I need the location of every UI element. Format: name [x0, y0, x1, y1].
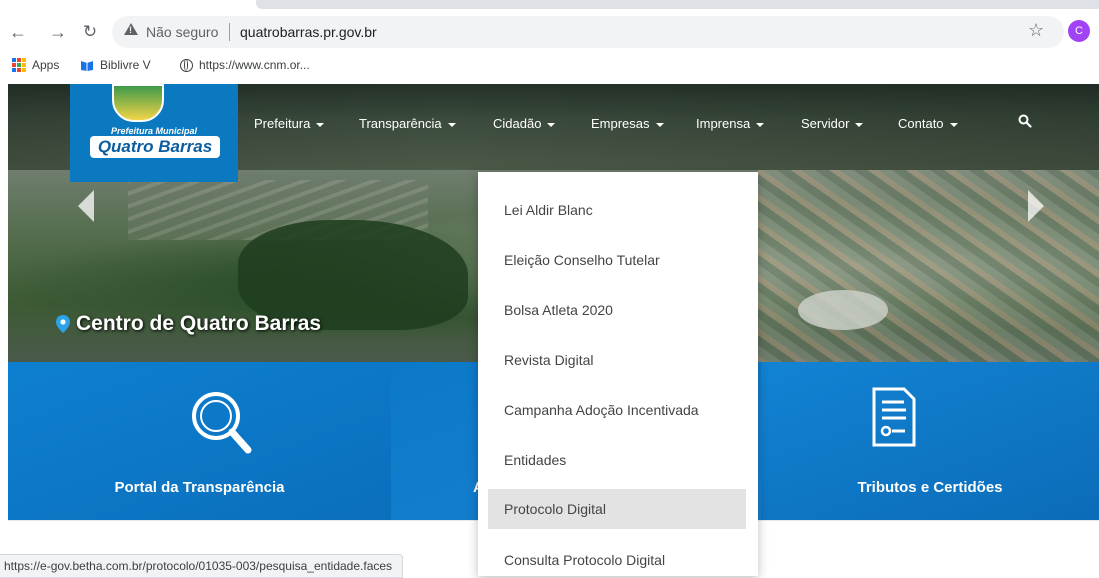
- address-separator: [229, 23, 230, 41]
- back-arrow-icon[interactable]: ←: [8, 12, 28, 52]
- address-bar[interactable]: Não seguro quatrobarras.pr.gov.br: [112, 16, 1064, 48]
- menu-item-protocolo-digital[interactable]: Protocolo Digital: [488, 489, 746, 529]
- tile-label: Tributos e Certidões: [857, 479, 1003, 496]
- menu-item-lei-aldir-blanc[interactable]: Lei Aldir Blanc: [488, 190, 746, 230]
- menu-item-bolsa-atleta[interactable]: Bolsa Atleta 2020: [488, 290, 746, 330]
- nav-imprensa[interactable]: Imprensa: [696, 116, 765, 131]
- bookmark-cnm[interactable]: https://www.cnm.or...: [180, 58, 310, 72]
- coat-of-arms-icon: [112, 84, 164, 122]
- bookmark-apps[interactable]: Apps: [12, 58, 59, 72]
- hero-caption: Centro de Quatro Barras: [56, 312, 321, 336]
- caret-down-icon: [756, 122, 765, 127]
- caret-down-icon: [855, 122, 864, 127]
- magnifier-icon: [192, 392, 252, 454]
- status-bar-url: https://e-gov.betha.com.br/protocolo/010…: [0, 554, 404, 578]
- url-text[interactable]: quatrobarras.pr.gov.br: [240, 24, 377, 40]
- caret-down-icon: [547, 122, 556, 127]
- bookmark-label: Biblivre V: [100, 58, 151, 72]
- menu-item-campanha-adocao[interactable]: Campanha Adoção Incentivada: [488, 390, 746, 430]
- hero-photo-detail: [798, 290, 888, 330]
- bookmark-label: https://www.cnm.or...: [199, 58, 310, 72]
- nav-transparencia[interactable]: Transparência: [359, 116, 456, 131]
- profile-avatar[interactable]: C: [1068, 20, 1090, 42]
- caret-down-icon: [949, 122, 958, 127]
- bookmarks-bar: Apps Biblivre V https://www.cnm.or...: [0, 52, 1099, 80]
- hero-photo-detail: [758, 170, 1099, 362]
- carousel-next-icon[interactable]: [1028, 190, 1044, 222]
- bookmark-label: Apps: [32, 58, 60, 72]
- tile-portal-transparencia[interactable]: Portal da Transparência: [8, 362, 391, 520]
- bookmark-biblivre[interactable]: Biblivre V: [80, 58, 151, 72]
- nav-cidadao[interactable]: Cidadão: [493, 116, 556, 131]
- tile-tributos-certidoes[interactable]: Tributos e Certidões: [761, 362, 1099, 520]
- hero-caption-text: Centro de Quatro Barras: [76, 312, 322, 335]
- apps-grid-icon: [12, 58, 26, 72]
- security-label[interactable]: Não seguro: [146, 24, 218, 40]
- logo-title: Quatro Barras: [90, 136, 220, 158]
- caret-down-icon: [655, 122, 664, 127]
- logo-subtitle: Prefeitura Municipal: [110, 126, 198, 136]
- globe-icon: [180, 58, 193, 72]
- caret-down-icon: [316, 122, 325, 127]
- carousel-prev-icon[interactable]: [78, 190, 94, 222]
- menu-item-entidades[interactable]: Entidades: [488, 440, 746, 480]
- browser-toolbar: ← → ↻ Não seguro quatrobarras.pr.gov.br …: [0, 12, 1099, 52]
- reload-icon[interactable]: ↻: [80, 12, 100, 52]
- nav-contato[interactable]: Contato: [898, 116, 958, 131]
- nav-prefeitura[interactable]: Prefeitura: [254, 116, 325, 131]
- site-logo[interactable]: Prefeitura Municipal Quatro Barras: [70, 84, 238, 182]
- tab-strip-edge: [256, 0, 1099, 9]
- menu-item-revista-digital[interactable]: Revista Digital: [488, 340, 746, 380]
- menu-item-eleicao-conselho-tutelar[interactable]: Eleição Conselho Tutelar: [488, 240, 746, 280]
- nav-servidor[interactable]: Servidor: [801, 116, 864, 131]
- biblivre-icon: [81, 61, 93, 71]
- warning-triangle-icon[interactable]: [124, 23, 138, 35]
- search-icon[interactable]: [1018, 114, 1032, 128]
- map-pin-icon: [56, 315, 70, 333]
- forward-arrow-icon[interactable]: →: [48, 12, 68, 52]
- nav-empresas[interactable]: Empresas: [591, 116, 664, 131]
- document-icon: [872, 387, 916, 447]
- caret-down-icon: [447, 122, 456, 127]
- menu-item-consulta-protocolo[interactable]: Consulta Protocolo Digital: [488, 540, 746, 576]
- tile-label: Portal da Transparência: [114, 479, 285, 496]
- star-icon[interactable]: ☆: [1028, 20, 1044, 41]
- cidadao-dropdown-menu: Lei Aldir Blanc Eleição Conselho Tutelar…: [478, 172, 758, 576]
